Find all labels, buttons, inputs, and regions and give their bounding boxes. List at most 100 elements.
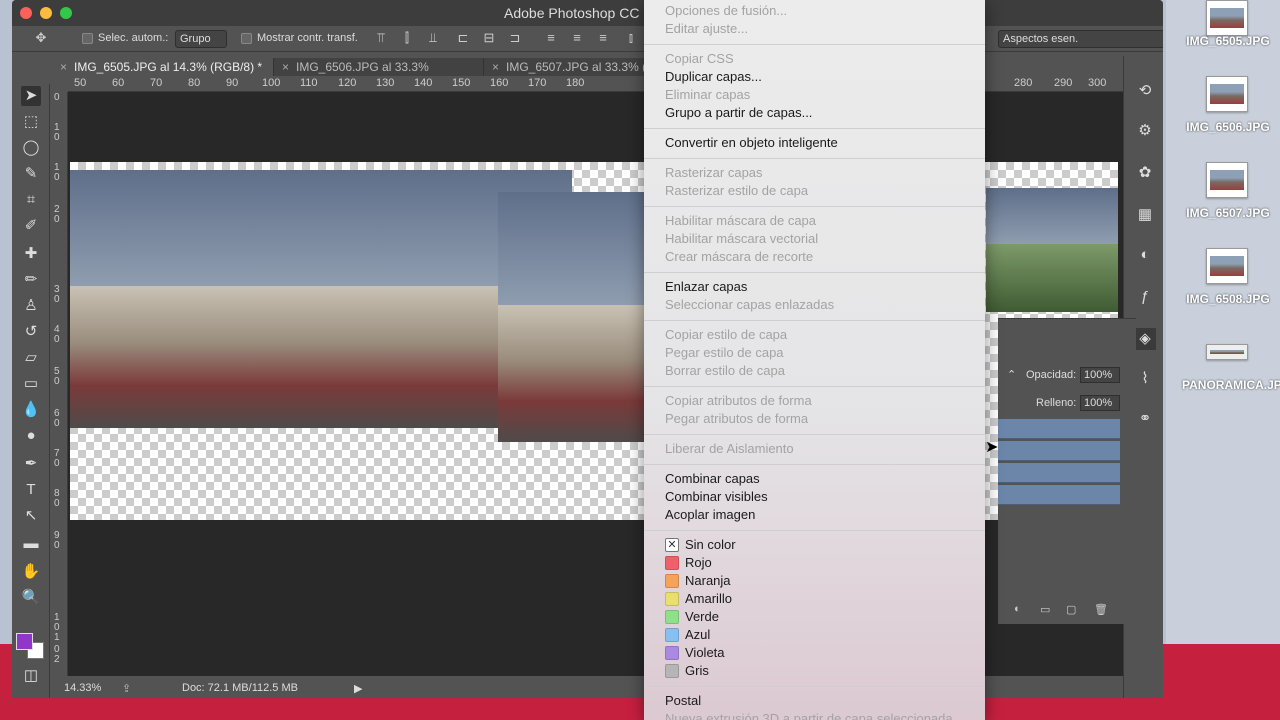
- styles-panel-icon[interactable]: ƒ: [1134, 286, 1156, 308]
- file-thumbnail[interactable]: [1206, 0, 1248, 36]
- auto-select-dropdown[interactable]: Grupo: [175, 30, 227, 48]
- file-label[interactable]: IMG_6505.JPG: [1178, 34, 1278, 48]
- distribute-middle-icon[interactable]: ≡: [570, 31, 584, 45]
- path-select-icon[interactable]: ↖: [21, 506, 41, 526]
- align-middle-icon[interactable]: ⫿: [400, 31, 414, 45]
- file-label[interactable]: IMG_6508.JPG: [1178, 292, 1278, 306]
- distribute-left-icon[interactable]: ⫾: [624, 31, 638, 45]
- hand-tool-icon[interactable]: ✋: [21, 562, 41, 582]
- menu-item-green[interactable]: Verde: [685, 608, 719, 626]
- history-brush-icon[interactable]: ↺: [21, 322, 41, 342]
- blend-mode-arrow-icon[interactable]: ⌃: [1004, 367, 1020, 383]
- show-transform-checkbox[interactable]: [241, 33, 252, 44]
- close-tab-icon[interactable]: ×: [282, 60, 289, 74]
- align-bottom-icon[interactable]: ⫫: [426, 31, 440, 45]
- distribute-top-icon[interactable]: ≡: [544, 31, 558, 45]
- swatches-panel-icon[interactable]: ▦: [1134, 204, 1156, 226]
- quick-mask-icon[interactable]: ◫: [21, 666, 41, 686]
- delete-layer-icon[interactable]: 🗑: [1094, 603, 1108, 616]
- tab-img-6507[interactable]: × IMG_6507.JPG al 33.3% (R: [484, 58, 652, 76]
- clone-stamp-icon[interactable]: ♙: [21, 296, 41, 316]
- menu-item-postcard[interactable]: Postal: [665, 692, 701, 710]
- menu-item-edit-adjustment: Editar ajuste...: [665, 21, 749, 36]
- panorama-photo-right[interactable]: [986, 188, 1118, 312]
- channels-panel-icon[interactable]: ⚭: [1134, 408, 1156, 430]
- panorama-photo-middle[interactable]: [498, 192, 648, 442]
- panorama-photo-left[interactable]: [70, 170, 572, 428]
- layer-row[interactable]: [998, 441, 1120, 461]
- menu-item-merge-layers[interactable]: Combinar capas: [665, 470, 760, 488]
- foreground-color-swatch[interactable]: [16, 633, 33, 650]
- align-top-icon[interactable]: ⫪: [374, 31, 388, 45]
- new-group-icon[interactable]: ▭: [1040, 603, 1050, 616]
- blur-tool-icon[interactable]: 💧: [21, 400, 41, 420]
- adjustment-layer-icon[interactable]: ◐: [1014, 603, 1021, 615]
- menu-item-gray[interactable]: Gris: [685, 662, 709, 680]
- dodge-tool-icon[interactable]: ●: [21, 426, 41, 446]
- gradient-tool-icon[interactable]: ▭: [21, 374, 41, 394]
- layer-row[interactable]: [998, 419, 1120, 439]
- quick-select-icon[interactable]: ✎: [21, 164, 41, 184]
- file-thumbnail[interactable]: [1206, 248, 1248, 284]
- file-thumbnail[interactable]: [1206, 76, 1248, 112]
- color-panel-icon[interactable]: ✿: [1134, 162, 1156, 184]
- workspace-dropdown[interactable]: Aspectos esen.: [998, 30, 1163, 48]
- zoom-tool-icon[interactable]: 🔍: [21, 588, 41, 608]
- eraser-tool-icon[interactable]: ▱: [21, 348, 41, 368]
- menu-item-blue[interactable]: Azul: [685, 626, 710, 644]
- layers-panel-icon[interactable]: ◈: [1134, 328, 1156, 350]
- file-thumbnail[interactable]: [1206, 344, 1248, 360]
- file-label[interactable]: PANORAMICA.JPG: [1182, 378, 1280, 392]
- menu-item-group-from-layers[interactable]: Grupo a partir de capas...: [665, 104, 812, 122]
- status-menu-arrow-icon[interactable]: ▶: [354, 682, 362, 695]
- layer-row[interactable]: [998, 485, 1120, 505]
- rectangle-tool-icon[interactable]: ▬: [21, 534, 41, 554]
- align-left-icon[interactable]: ⊏: [456, 31, 470, 45]
- close-tab-icon[interactable]: ×: [60, 60, 67, 74]
- healing-brush-icon[interactable]: ✚: [21, 244, 41, 264]
- file-label[interactable]: IMG_6506.JPG: [1178, 120, 1278, 134]
- auto-select-checkbox[interactable]: [82, 33, 93, 44]
- move-tool-icon[interactable]: ➤: [21, 86, 41, 106]
- opacity-field[interactable]: 100%: [1080, 367, 1120, 383]
- menu-item-yellow[interactable]: Amarillo: [685, 590, 732, 608]
- close-button[interactable]: [20, 7, 32, 19]
- minimize-button[interactable]: [40, 7, 52, 19]
- layer-row[interactable]: [998, 463, 1120, 483]
- new-layer-icon[interactable]: ▢: [1066, 603, 1076, 616]
- align-center-icon[interactable]: ⊟: [482, 31, 496, 45]
- menu-item-link-layers[interactable]: Enlazar capas: [665, 278, 747, 296]
- paths-panel-icon[interactable]: ⌇: [1134, 368, 1156, 390]
- crop-tool-icon[interactable]: ⌗: [21, 190, 41, 210]
- menu-item-merge-visible[interactable]: Combinar visibles: [665, 488, 768, 506]
- menu-item-convert-smart-object[interactable]: Convertir en objeto inteligente: [665, 134, 838, 152]
- close-tab-icon[interactable]: ×: [492, 60, 499, 74]
- zoom-level[interactable]: 14.33%: [64, 682, 101, 694]
- pen-tool-icon[interactable]: ✒: [21, 454, 41, 474]
- tab-img-6506[interactable]: × IMG_6506.JPG al 33.3% (RGB/8): [274, 58, 484, 88]
- share-icon[interactable]: ⇪: [122, 682, 131, 695]
- menu-item-duplicate-layers[interactable]: Duplicar capas...: [665, 68, 762, 86]
- violet-swatch: [665, 646, 679, 660]
- brush-tool-icon[interactable]: ✏: [21, 270, 41, 290]
- menu-item-violet[interactable]: Violeta: [685, 644, 725, 662]
- menu-item-red[interactable]: Rojo: [685, 554, 712, 572]
- distribute-bottom-icon[interactable]: ≡: [596, 31, 610, 45]
- tab-img-6505[interactable]: × IMG_6505.JPG al 14.3% (RGB/8) *: [52, 58, 274, 76]
- fill-field[interactable]: 100%: [1080, 395, 1120, 411]
- adjustments-panel-icon[interactable]: ◐: [1134, 244, 1156, 266]
- type-tool-icon[interactable]: T: [21, 480, 41, 500]
- marquee-tool-icon[interactable]: ⬚: [21, 112, 41, 132]
- maximize-button[interactable]: [60, 7, 72, 19]
- menu-item-flatten-image[interactable]: Acoplar imagen: [665, 506, 755, 524]
- align-right-icon[interactable]: ⊐: [508, 31, 522, 45]
- history-panel-icon[interactable]: ⟲: [1134, 80, 1156, 102]
- move-tool-icon[interactable]: ✥: [34, 31, 48, 45]
- eyedropper-icon[interactable]: ✐: [21, 216, 41, 236]
- menu-item-orange[interactable]: Naranja: [685, 572, 731, 590]
- menu-item-no-color[interactable]: Sin color: [685, 536, 736, 554]
- properties-panel-icon[interactable]: ⚙: [1134, 120, 1156, 142]
- lasso-tool-icon[interactable]: ◯: [21, 138, 41, 158]
- file-thumbnail[interactable]: [1206, 162, 1248, 198]
- file-label[interactable]: IMG_6507.JPG: [1178, 206, 1278, 220]
